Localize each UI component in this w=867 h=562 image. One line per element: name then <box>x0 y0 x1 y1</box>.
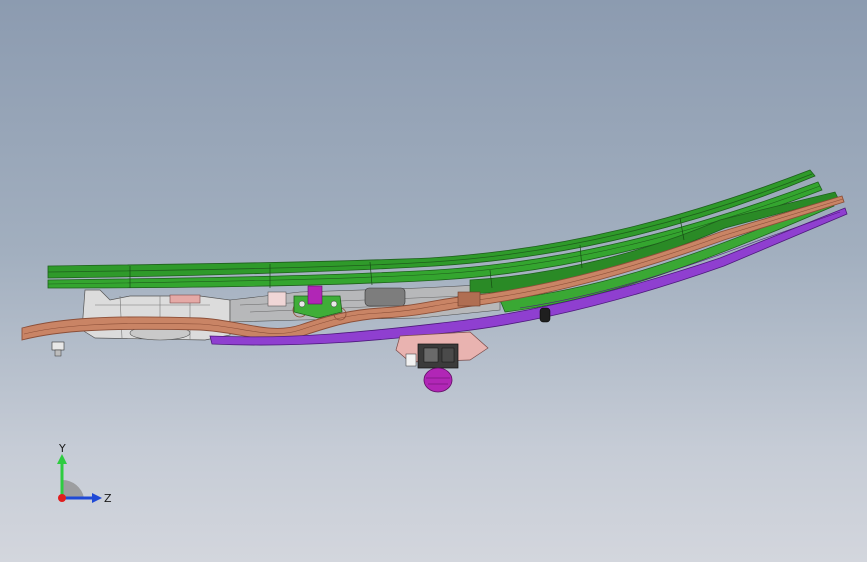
front-bolt[interactable] <box>51 341 65 357</box>
triad-arc <box>62 479 84 498</box>
seat-assembly-model[interactable] <box>0 0 867 562</box>
coordinate-triad: Y Z <box>57 442 112 505</box>
z-axis-label: Z <box>104 492 112 505</box>
x-axis-dot <box>58 494 66 502</box>
y-axis-label: Y <box>58 442 66 455</box>
z-arrow-icon <box>92 493 102 503</box>
y-arrow-icon <box>57 454 67 464</box>
cad-viewport[interactable]: Y Z <box>0 0 867 562</box>
